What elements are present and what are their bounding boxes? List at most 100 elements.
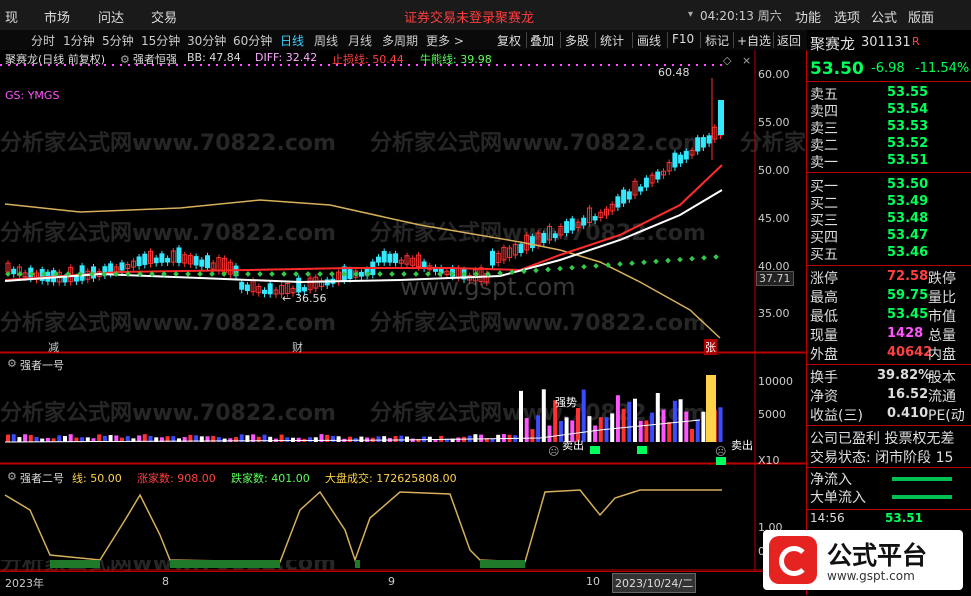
volume-bar xyxy=(456,437,461,442)
btn-draw[interactable]: 画线 xyxy=(637,32,661,49)
company-info: 公司已盈利 投票权无差 交易状态: 闭市阶段 15 xyxy=(810,428,970,468)
settings-icon[interactable]: ⚙ xyxy=(7,470,17,483)
tick-price: 53.51 xyxy=(885,511,923,525)
ask-row[interactable]: 卖三 53.53 xyxy=(810,118,970,137)
ask-row[interactable]: 卖四 53.54 xyxy=(810,101,970,120)
net-inflow-bar xyxy=(892,477,952,481)
btn-back[interactable]: 返回 xyxy=(777,32,801,49)
scale-label: X10 xyxy=(758,454,780,467)
tab-more[interactable]: 更多 > xyxy=(426,32,464,49)
volume-bar xyxy=(581,389,586,442)
stat-row: 最低 53.45 市值 xyxy=(810,307,956,325)
event-finance[interactable]: 财 xyxy=(292,339,303,355)
price-change: -6.98 xyxy=(871,61,905,76)
tab-60min[interactable]: 60分钟 xyxy=(233,32,272,49)
menu-wenda[interactable]: 问达 xyxy=(98,7,124,26)
bull-bear-marker xyxy=(389,271,395,277)
stop-loss-value: 止损线: 50.44 xyxy=(332,53,404,66)
btn-add-watchlist[interactable]: +自选 xyxy=(737,32,771,49)
bid-row[interactable]: 买三 53.48 xyxy=(810,210,970,229)
tab-1min[interactable]: 1分钟 xyxy=(63,32,95,49)
menu-now[interactable]: 现 xyxy=(5,7,18,26)
divider xyxy=(807,509,971,510)
divider xyxy=(667,32,668,48)
tab-5min[interactable]: 5分钟 xyxy=(102,32,134,49)
candle-body xyxy=(11,268,17,275)
ask-row[interactable]: 卖五 53.55 xyxy=(810,84,970,103)
divider xyxy=(733,32,734,48)
close-icon[interactable]: × xyxy=(742,54,751,67)
candle-body xyxy=(718,100,724,135)
tab-15min[interactable]: 15分钟 xyxy=(141,32,180,49)
indicator-name[interactable]: 强者恒强 xyxy=(133,51,177,67)
volume-bar xyxy=(359,436,364,442)
ask-row[interactable]: 卖二 53.52 xyxy=(810,135,970,154)
volume-bar xyxy=(690,428,694,442)
btn-adjust[interactable]: 复权 xyxy=(497,32,521,49)
tab-daily[interactable]: 日线 xyxy=(280,32,304,49)
candle-body xyxy=(621,189,627,204)
volume-bar xyxy=(222,438,227,442)
bull-bear-marker xyxy=(269,271,275,277)
diamond-icon[interactable]: ◇ xyxy=(723,54,731,67)
stock-name-link[interactable]: 聚赛龙 xyxy=(495,7,534,26)
tab-weekly[interactable]: 周线 xyxy=(314,32,338,49)
bull-bear-marker xyxy=(665,257,671,264)
down-count: 跌家数: 401.00 xyxy=(231,472,310,485)
tab-multi-period[interactable]: 多周期 xyxy=(382,32,418,49)
bid-row[interactable]: 买一 53.50 xyxy=(810,176,970,195)
tick-row[interactable]: 14:56 53.51 xyxy=(810,511,970,529)
oscillator-fill xyxy=(480,560,525,568)
face-icon: ☹ xyxy=(548,445,560,458)
x-axis: 2023年 8 9 10 2023/10/24/二 xyxy=(0,571,806,596)
chart-canvas[interactable]: 分析家公式网www.70822.com 分析家公式网www.70822.com 分析… xyxy=(0,50,806,595)
menu-market[interactable]: 市场 xyxy=(44,7,70,26)
menu-trade[interactable]: 交易 xyxy=(151,7,177,26)
y-tick: 50.00 xyxy=(758,164,790,177)
divider xyxy=(807,467,971,468)
btn-statistics[interactable]: 统计 xyxy=(600,32,624,49)
menu-layout[interactable]: 版面 xyxy=(908,7,934,26)
stat-row: 收益(三) 0.410 PE(动 xyxy=(810,406,965,424)
candle-body xyxy=(262,289,267,294)
menu-options[interactable]: 选项 xyxy=(834,7,860,26)
bid-row[interactable]: 买二 53.49 xyxy=(810,193,970,212)
volume-bar xyxy=(108,435,113,442)
bull-bear-marker xyxy=(245,271,251,277)
divider xyxy=(595,32,596,48)
sub2-title[interactable]: 强者二号 xyxy=(20,470,64,486)
bid-row[interactable]: 买五 53.46 xyxy=(810,244,970,263)
volume-bar xyxy=(291,437,295,442)
candle-body xyxy=(376,256,381,263)
candle-body xyxy=(695,137,701,152)
stats-block-2: 换手 39.82% 股本 净资 16.52 流通 收益(三) 0.410 PE(动 xyxy=(810,367,970,424)
y-tick: 35.00 xyxy=(758,307,790,320)
event-rise[interactable]: 张 xyxy=(704,339,717,355)
btn-mark[interactable]: 标记 xyxy=(705,32,729,49)
bid-row[interactable]: 买四 53.47 xyxy=(810,227,970,246)
menu-function[interactable]: 功能 xyxy=(795,7,821,26)
gs-label: GS: YMGS xyxy=(5,89,60,102)
settings-icon[interactable]: ⚙ xyxy=(120,53,130,66)
sub1-title[interactable]: 强者一号 xyxy=(20,357,64,373)
dropdown-icon[interactable]: ▾ xyxy=(688,9,693,20)
ask-row[interactable]: 卖一 53.51 xyxy=(810,152,970,171)
btn-f10[interactable]: F10 xyxy=(672,32,694,46)
volume-bar xyxy=(17,437,22,442)
divider xyxy=(773,32,774,48)
candle-body xyxy=(267,283,273,295)
event-reduce[interactable]: 减 xyxy=(48,339,59,355)
btn-multi-stock[interactable]: 多股 xyxy=(565,32,589,49)
tab-monthly[interactable]: 月线 xyxy=(348,32,372,49)
volume-bar xyxy=(644,420,649,442)
divider xyxy=(632,32,633,48)
stock-code: 301131 xyxy=(861,35,911,50)
settings-icon[interactable]: ⚙ xyxy=(7,357,17,370)
volume-bar xyxy=(228,438,233,442)
volume-marker xyxy=(716,457,726,465)
tab-intraday[interactable]: 分时 xyxy=(31,32,55,49)
btn-overlay[interactable]: 叠加 xyxy=(530,32,554,49)
login-notice[interactable]: 证券交易未登录 xyxy=(404,7,495,26)
menu-formula[interactable]: 公式 xyxy=(871,7,897,26)
tab-30min[interactable]: 30分钟 xyxy=(187,32,226,49)
